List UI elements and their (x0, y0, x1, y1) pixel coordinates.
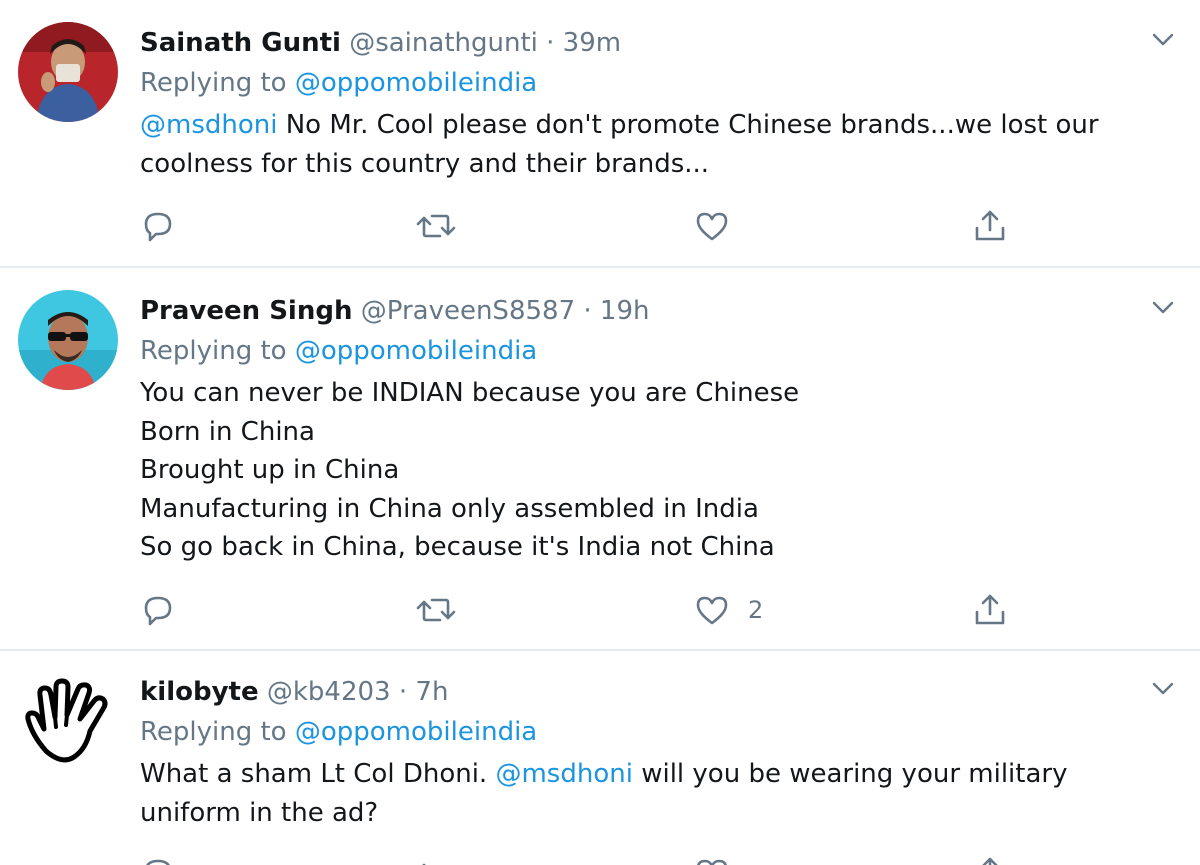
replying-to: Replying to @oppomobileindia (140, 334, 1140, 368)
avatar-photo (18, 290, 118, 390)
tweet-text: @msdhoni No Mr. Cool please don't promot… (140, 106, 1140, 183)
tweet-text-line: Brought up in China (140, 455, 400, 485)
reply-button[interactable] (140, 590, 176, 630)
tweet-header: Sainath Gunti @sainathgunti · 39m (140, 26, 1140, 60)
vulcan-salute-hand-icon (25, 678, 108, 763)
display-name[interactable]: Sainath Gunti (140, 28, 341, 58)
avatar[interactable] (18, 290, 118, 390)
timestamp[interactable]: 39m (563, 28, 621, 58)
replying-to-label: Replying to (140, 68, 287, 98)
like-button[interactable] (694, 206, 748, 246)
separator-dot: · (583, 296, 592, 326)
heart-icon (696, 596, 728, 625)
tweet-text-line: Manufacturing in China only assembled in… (140, 493, 759, 524)
mention-link[interactable]: @msdhoni (140, 110, 277, 140)
share-icon (982, 857, 998, 865)
replying-to-label: Replying to (140, 336, 287, 366)
heart-icon (696, 212, 728, 241)
chevron-down-icon[interactable] (1150, 26, 1176, 52)
avatar[interactable] (18, 22, 118, 122)
share-button[interactable] (972, 206, 1008, 246)
tweet-header: Praveen Singh @PraveenS8587 · 19h (140, 294, 1140, 328)
share-button[interactable] (972, 590, 1008, 630)
like-button[interactable] (694, 853, 748, 865)
tweet-text-line: uniform in the ad? (140, 797, 379, 828)
reply-button[interactable] (140, 853, 176, 865)
display-name[interactable]: Praveen Singh (140, 296, 352, 326)
replying-to-link[interactable]: @oppomobileindia (295, 717, 537, 747)
share-icon (975, 210, 1005, 241)
replying-to-link[interactable]: @oppomobileindia (295, 336, 537, 366)
separator-dot: · (398, 677, 408, 707)
user-handle[interactable]: @kb4203 (267, 677, 391, 707)
reply-button[interactable] (140, 206, 176, 246)
tweet-text-line: What a sham Lt Col Dhoni. (140, 759, 496, 789)
tweet-text-line: You can never be INDIAN because you are … (140, 378, 800, 408)
user-handle[interactable]: @sainathgunti (349, 28, 538, 58)
avatar-photo (18, 22, 118, 122)
tweet-text: You can never be INDIAN because you are … (140, 374, 1140, 567)
avatar[interactable] (18, 673, 118, 773)
replying-to: Replying to @oppomobileindia (140, 66, 1140, 100)
timestamp[interactable]: 19h (600, 296, 650, 326)
retweet-button[interactable] (416, 853, 456, 865)
replying-to: Replying to @oppomobileindia (140, 715, 1140, 749)
tweet-text: What a sham Lt Col Dhoni. @msdhoni will … (140, 755, 1140, 832)
tweet-actions (140, 853, 1020, 865)
tweet-text-line: No Mr. Cool please don't promote Chinese… (277, 110, 1099, 140)
display-name[interactable]: kilobyte (140, 677, 259, 707)
reply-icon (146, 859, 170, 865)
replying-to-label: Replying to (140, 717, 287, 747)
tweet-text-line: coolness for this country and their bran… (140, 148, 710, 179)
tweet[interactable]: Praveen Singh @PraveenS8587 · 19h Replyi… (0, 268, 1200, 651)
tweet-actions (140, 206, 1020, 246)
mention-link[interactable]: @msdhoni (495, 759, 632, 789)
separator-dot: · (546, 28, 555, 58)
tweet-text-line: will you be wearing your military (632, 759, 1068, 789)
tweet[interactable]: kilobyte @kb4203 · 7h Replying to @oppom… (0, 651, 1200, 865)
tweet-text-line: So go back in China, because it's India … (140, 532, 775, 562)
retweet-icon (422, 863, 426, 865)
tweet-text-line: Born in China (140, 416, 315, 447)
tweet-feed: Sainath Gunti @sainathgunti · 39m Replyi… (0, 0, 1200, 865)
reply-icon (144, 212, 172, 242)
reply-icon (144, 596, 172, 626)
retweet-button[interactable] (416, 590, 456, 630)
timestamp[interactable]: 7h (415, 677, 448, 707)
heart-icon (697, 859, 727, 865)
user-handle[interactable]: @PraveenS8587 (361, 296, 575, 326)
chevron-down-icon[interactable] (1150, 294, 1176, 320)
retweet-icon (416, 598, 456, 622)
replying-to-link[interactable]: @oppomobileindia (295, 68, 537, 98)
share-button[interactable] (972, 853, 1008, 865)
tweet-header: kilobyte @kb4203 · 7h (140, 675, 1140, 709)
tweet-actions: 2 (140, 590, 1020, 630)
share-icon (975, 594, 1005, 625)
chevron-down-icon[interactable] (1150, 675, 1176, 701)
retweet-icon (416, 214, 456, 238)
like-count: 2 (748, 596, 764, 624)
tweet[interactable]: Sainath Gunti @sainathgunti · 39m Replyi… (0, 0, 1200, 268)
like-button[interactable]: 2 (694, 590, 763, 630)
retweet-button[interactable] (416, 206, 456, 246)
